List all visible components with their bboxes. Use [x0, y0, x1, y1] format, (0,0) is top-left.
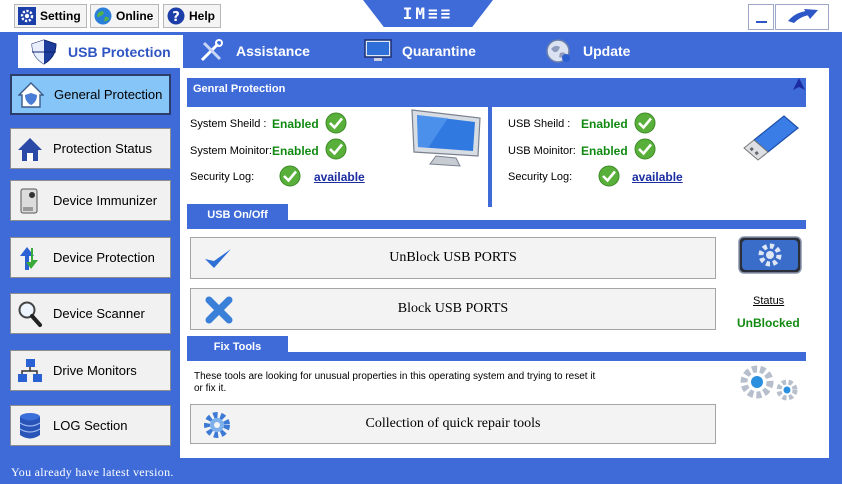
- status-message: You already have latest version.: [11, 465, 174, 479]
- check-icon: [279, 165, 301, 187]
- online-button[interactable]: Online: [90, 4, 160, 28]
- sidebar-item-log-section[interactable]: LOG Section: [10, 405, 171, 446]
- tab-usb-protection[interactable]: USB Protection: [18, 35, 183, 68]
- usb-log-link[interactable]: available: [632, 170, 683, 184]
- system-log-link[interactable]: available: [314, 170, 365, 184]
- tab-label: Assistance: [236, 43, 310, 59]
- usb-drive-icon: [20, 188, 38, 213]
- unblock-usb-label: UnBlock USB PORTS: [389, 250, 517, 265]
- sidebar-item-device-immunizer[interactable]: Device Immunizer: [10, 180, 171, 221]
- tab-label: USB Protection: [68, 43, 171, 60]
- tab-label: Quarantine: [402, 43, 476, 59]
- system-monitor-status: Enabled: [272, 144, 319, 158]
- usb-shield-label: USB Sheild :: [508, 118, 571, 130]
- check-icon: [634, 138, 656, 160]
- general-protection-header: Genral Protection: [187, 78, 806, 107]
- tools-icon: [200, 39, 223, 62]
- database-icon: [19, 412, 41, 438]
- gear-icon: [18, 7, 36, 25]
- status-bar: You already have latest version.: [0, 458, 842, 484]
- sidebar-item-device-scanner[interactable]: Device Scanner: [10, 293, 171, 334]
- tab-assistance[interactable]: Assistance: [198, 36, 310, 66]
- main-panel: Genral Protection System Sheild : Enable…: [180, 68, 829, 458]
- check-icon: [598, 165, 620, 187]
- gears-icon: [740, 365, 798, 401]
- unblock-usb-button[interactable]: UnBlock USB PORTS: [190, 237, 716, 279]
- usb-log-label: Security Log:: [508, 171, 573, 183]
- sidebar-item-label: Protection Status: [53, 141, 152, 156]
- section-title: Genral Protection: [193, 83, 286, 95]
- usb-onoff-header: USB On/Off: [187, 204, 806, 230]
- sidebar-item-label: Device Scanner: [53, 306, 145, 321]
- sidebar-item-general-protection[interactable]: General Protection: [10, 74, 171, 115]
- usb-stick-icon: [743, 115, 799, 161]
- arrows-icon: [20, 246, 38, 270]
- fix-tools-description: These tools are looking for unusual prop…: [194, 371, 596, 394]
- svg-text:?: ?: [172, 10, 180, 25]
- sidebar-item-label: General Protection: [54, 87, 163, 102]
- house-shield-icon: [18, 81, 44, 108]
- network-icon: [18, 358, 42, 382]
- sidebar-item-label: Device Protection: [53, 250, 155, 265]
- fix-tools-header: Fix Tools: [187, 336, 806, 362]
- usb-monitor-label: USB Moinitor:: [508, 145, 576, 157]
- minimize-button[interactable]: [748, 4, 774, 30]
- sidebar-item-label: Device Immunizer: [53, 193, 158, 208]
- magnifier-icon: [18, 301, 42, 327]
- sidebar-item-label: LOG Section: [53, 418, 128, 433]
- collapse-arrow-icon[interactable]: [792, 77, 806, 91]
- setting-button[interactable]: Setting: [14, 4, 87, 28]
- check-icon: [325, 138, 347, 160]
- help-label: Help: [189, 9, 216, 23]
- sidebar-item-drive-monitors[interactable]: Drive Monitors: [10, 350, 171, 391]
- house-icon: [18, 137, 42, 161]
- setting-label: Setting: [40, 9, 81, 23]
- sidebar-item-label: Drive Monitors: [53, 363, 137, 378]
- monitor-icon: [364, 39, 392, 61]
- section-divider: [488, 104, 492, 207]
- gear-status-icon: [738, 236, 802, 274]
- online-label: Online: [116, 9, 154, 23]
- check-icon: [634, 112, 656, 134]
- system-log-label: Security Log:: [190, 171, 255, 183]
- system-shield-label: System Sheild :: [190, 118, 267, 130]
- system-monitor-label: System Moinitor:: [190, 145, 272, 157]
- quick-repair-tools-button[interactable]: Collection of quick repair tools: [190, 404, 716, 444]
- globe-icon: [94, 7, 112, 25]
- shield-icon: [31, 38, 57, 65]
- status-label: Status: [753, 295, 785, 307]
- check-icon: [325, 112, 347, 134]
- block-usb-button[interactable]: Block USB PORTS: [190, 288, 716, 330]
- help-button[interactable]: ? Help: [163, 4, 222, 28]
- update-globe-icon: [546, 39, 570, 63]
- system-shield-status: Enabled: [272, 117, 319, 131]
- hide-button[interactable]: [775, 4, 829, 30]
- tab-update[interactable]: Update: [545, 36, 630, 66]
- computer-monitor-icon: [411, 109, 481, 167]
- tab-quarantine[interactable]: Quarantine: [364, 36, 476, 66]
- tab-label: Update: [583, 43, 631, 59]
- usb-shield-status: Enabled: [581, 117, 628, 131]
- swoosh-arrow-icon: [788, 9, 818, 23]
- app-logo: IM≡≡: [402, 4, 454, 23]
- help-icon: ?: [167, 7, 185, 25]
- sidebar-item-protection-status[interactable]: Protection Status: [10, 128, 171, 169]
- quick-repair-tools-label: Collection of quick repair tools: [365, 416, 541, 431]
- sidebar-item-device-protection[interactable]: Device Protection: [10, 237, 171, 278]
- usb-monitor-status: Enabled: [581, 144, 628, 158]
- usb-status-value: UnBlocked: [737, 316, 800, 330]
- block-usb-label: Block USB PORTS: [397, 301, 509, 316]
